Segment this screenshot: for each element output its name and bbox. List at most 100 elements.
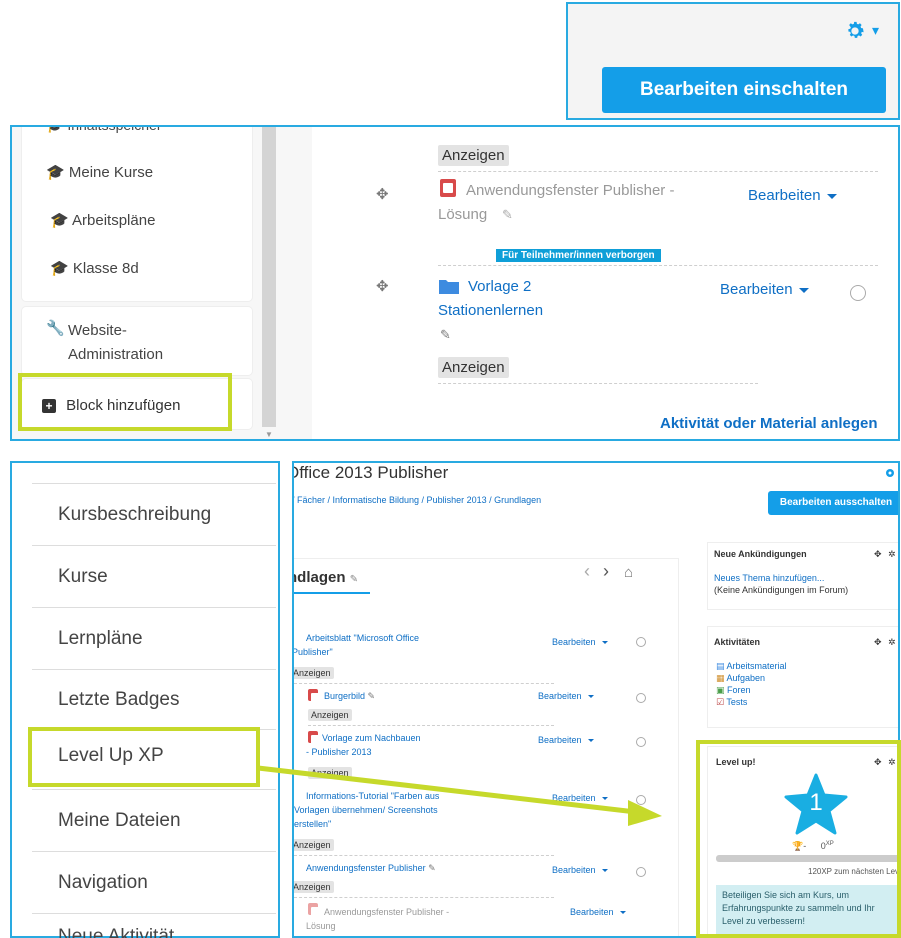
sidebar-item-arbeitsplaene[interactable]: 🎓 Arbeitspläne	[50, 211, 155, 229]
menu-item-label: Kursbeschreibung	[58, 504, 212, 525]
chevron-right-icon[interactable]: ›	[603, 561, 609, 581]
section-nav: ‹ › ⌂	[584, 561, 633, 582]
sidebar-scrollbar[interactable]	[262, 127, 276, 427]
sidebar-item-label: Arbeitspläne	[72, 212, 156, 229]
scroll-down-arrow[interactable]: ▼	[265, 430, 273, 439]
nav-block: 🎓 Inhaltsspeicher 🎓 Meine Kurse 🎓 Arbeit…	[22, 125, 252, 301]
edit-menu[interactable]: Bearbeiten	[552, 637, 608, 647]
edit-menu[interactable]: Bearbeiten	[552, 865, 608, 875]
gear-icon[interactable]: ✲	[888, 549, 896, 560]
completion-checkbox[interactable]	[850, 285, 866, 301]
sidebar-item-klasse-8d[interactable]: 🎓 Klasse 8d	[50, 259, 139, 277]
separator	[294, 683, 554, 684]
graduation-cap-icon: 🎓	[50, 260, 69, 277]
chevron-down-icon: ▾	[872, 22, 880, 38]
add-block-link[interactable]: + Block hinzufügen	[42, 397, 180, 414]
show-tag[interactable]: Anzeigen	[308, 709, 352, 721]
activity-title-vorlage2[interactable]: Vorlage 2 Stationenlernen	[438, 275, 568, 323]
show-tag-bottom[interactable]: Anzeigen	[438, 357, 509, 378]
levelup-block-highlight	[696, 740, 901, 938]
hidden-badge: Für Teilnehmer/innen verborgen	[496, 249, 661, 262]
sidebar-item-label: Meine Kurse	[68, 164, 154, 181]
menu-item-meine-dateien[interactable]: Meine Dateien	[32, 789, 276, 851]
menu-item-kurse[interactable]: Kurse	[32, 545, 276, 607]
activity-burgerbild[interactable]: Burgerbild ✎	[324, 691, 375, 702]
add-block-label: Block hinzufügen	[66, 397, 181, 414]
pencil-icon[interactable]: ✎	[350, 574, 358, 585]
edit-menu-2[interactable]: Bearbeiten	[720, 281, 809, 298]
activity-arbeitsblatt[interactable]: Arbeitsblatt "Microsoft Office Publisher…	[294, 631, 442, 659]
news-add-link[interactable]: Neues Thema hinzufügen...	[714, 573, 824, 583]
show-tag-top[interactable]: Anzeigen	[438, 145, 509, 166]
gear-icon[interactable]	[884, 467, 896, 479]
show-tag[interactable]: Anzeigen	[294, 839, 334, 851]
level-up-highlight	[28, 727, 260, 787]
activity-type-aufgaben[interactable]: ▦ Aufgaben	[716, 673, 765, 684]
section-title: ndlagen ✎	[294, 569, 370, 594]
edit-off-button[interactable]: Bearbeiten ausschalten	[768, 491, 898, 515]
move-icon[interactable]: ✥	[376, 185, 389, 203]
quiz-icon: ☑	[716, 697, 725, 707]
activity-type-tests[interactable]: ☑ Tests	[716, 697, 747, 708]
pencil-icon[interactable]: ✎	[440, 327, 451, 343]
edit-menu[interactable]: Bearbeiten	[570, 907, 626, 917]
menu-item-kursbeschreibung[interactable]: Kursbeschreibung	[32, 483, 276, 545]
edit-label: Bearbeiten	[748, 187, 821, 204]
news-block: Neue Ankündigungen ✥ ✲ Neues Thema hinzu…	[708, 543, 898, 609]
site-admin-link[interactable]: Website-Administration	[68, 319, 218, 367]
move-icon[interactable]: ✥	[376, 277, 389, 295]
activity-type-foren[interactable]: ▣ Foren	[716, 685, 751, 696]
activity-anwendungsfenster-loesung[interactable]: Anwendungsfenster Publisher - Lösung	[306, 905, 466, 933]
move-icon[interactable]: ✥	[874, 549, 882, 560]
caret-down-icon	[826, 193, 837, 199]
sidebar-item-inhaltsspeicher[interactable]: 🎓 Inhaltsspeicher	[46, 125, 162, 134]
menu-item-lernplaene[interactable]: Lernpläne	[32, 607, 276, 669]
home-icon[interactable]: ⌂	[624, 564, 633, 581]
sidebar-item-label: Klasse 8d	[72, 260, 139, 277]
show-tag[interactable]: Anzeigen	[294, 881, 334, 893]
middle-panel-frame: 🎓 Inhaltsspeicher 🎓 Meine Kurse 🎓 Arbeit…	[10, 125, 900, 441]
chevron-left-icon[interactable]: ‹	[584, 561, 590, 581]
pencil-icon[interactable]: ✎	[502, 207, 513, 223]
breadcrumb[interactable]: / Fächer / Informatische Bildung / Publi…	[294, 495, 541, 505]
menu-item-navigation[interactable]: Navigation	[32, 851, 276, 913]
separator	[294, 855, 554, 856]
completion-checkbox[interactable]	[636, 795, 646, 805]
gear-menu[interactable]: ▾	[844, 20, 888, 44]
separator	[438, 171, 878, 172]
edit-menu[interactable]: Bearbeiten	[538, 691, 594, 701]
completion-checkbox[interactable]	[636, 637, 646, 647]
show-tag[interactable]: Anzeigen	[294, 667, 334, 679]
completion-checkbox[interactable]	[636, 693, 646, 703]
edit-label: Bearbeiten	[720, 281, 793, 298]
forum-icon: ▣	[716, 685, 725, 695]
edit-menu-1[interactable]: Bearbeiten	[748, 187, 837, 204]
plus-square-icon: +	[42, 399, 56, 413]
file-icon: ▤	[716, 661, 725, 671]
gear-icon[interactable]: ✲	[888, 637, 896, 648]
activity-anwendungsfenster[interactable]: Anwendungsfenster Publisher ✎	[306, 863, 436, 874]
activity-informations-tutorial[interactable]: Informations-Tutorial "Farben aus Vorlag…	[294, 789, 464, 831]
move-icon[interactable]: ✥	[874, 637, 882, 648]
sidebar-item-label: Inhaltsspeicher	[67, 125, 162, 133]
separator	[438, 383, 758, 384]
add-activity-link[interactable]: Aktivität oder Material anlegen	[660, 415, 878, 432]
assignment-icon: ▦	[716, 673, 725, 683]
activity-vorlage-nachbauen[interactable]: Vorlage zum Nachbauen - Publisher 2013	[306, 731, 426, 759]
activity-title-loesung[interactable]: Anwendungsfenster Publisher - Lösung	[438, 179, 698, 227]
sidebar-item-meine-kurse[interactable]: 🎓 Meine Kurse	[46, 163, 153, 181]
activities-block: Aktivitäten ✥ ✲ ▤ Arbeitsmaterial ▦ Aufg…	[708, 627, 898, 727]
completion-checkbox[interactable]	[636, 867, 646, 877]
show-tag[interactable]: Anzeigen	[308, 767, 352, 779]
completion-checkbox[interactable]	[636, 737, 646, 747]
edit-menu[interactable]: Bearbeiten	[552, 793, 608, 803]
menu-item-letzte-badges[interactable]: Letzte Badges	[32, 669, 276, 729]
menu-item-label: Meine Dateien	[58, 810, 181, 831]
menu-item-neue-aktivitaet[interactable]: Neue Aktivität	[32, 913, 276, 938]
edit-on-button[interactable]: Bearbeiten einschalten	[602, 67, 886, 113]
menu-item-label: Kurse	[58, 566, 108, 587]
edit-menu[interactable]: Bearbeiten	[538, 735, 594, 745]
separator	[294, 897, 554, 898]
news-block-title: Neue Ankündigungen	[714, 549, 807, 559]
activity-type-arbeitsmaterial[interactable]: ▤ Arbeitsmaterial	[716, 661, 787, 672]
